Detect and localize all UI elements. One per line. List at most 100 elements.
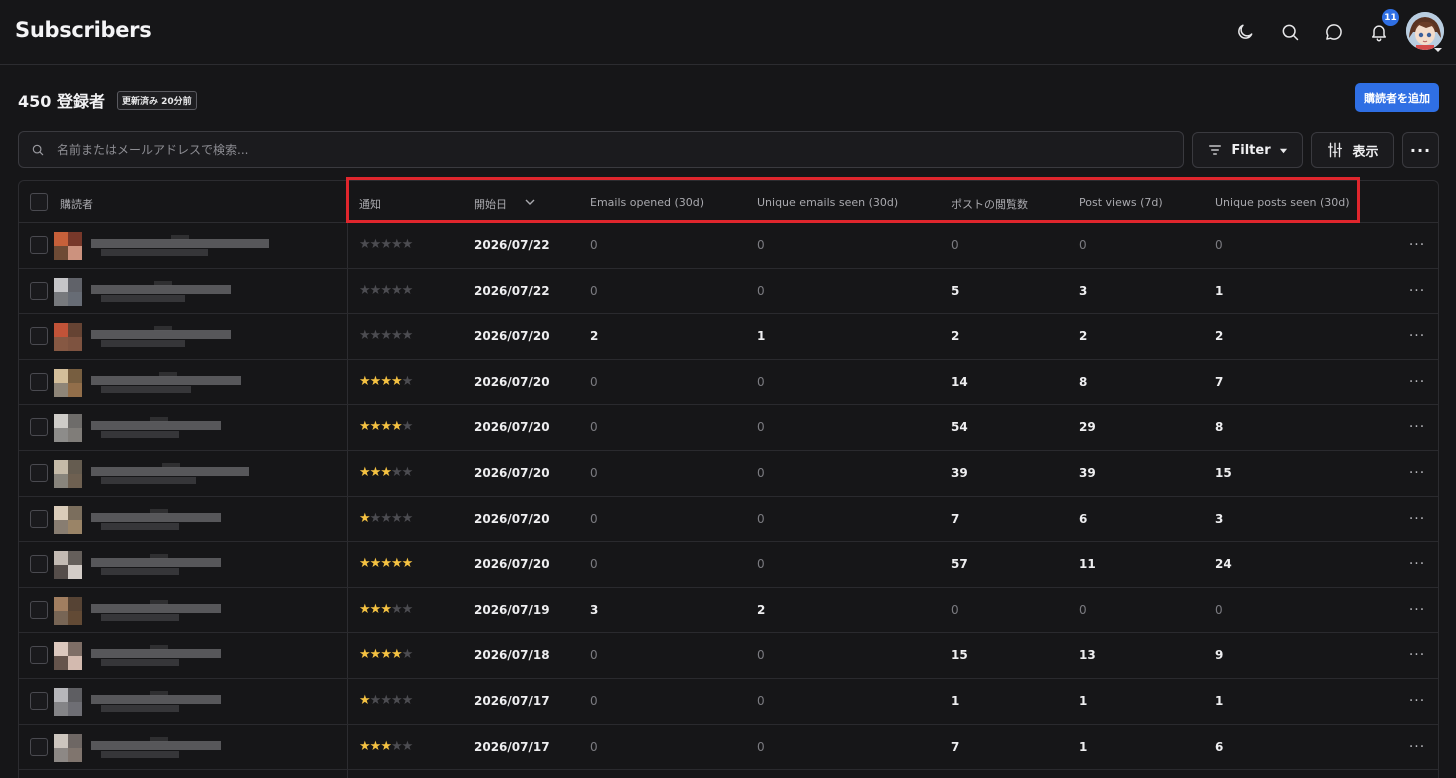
post-views-total-cell: 39 — [951, 466, 968, 480]
row-more-options-icon[interactable]: ··· — [1407, 738, 1427, 756]
notification-rating-stars[interactable]: ★★★★★ — [359, 556, 414, 572]
table-row[interactable]: ★★★★★ 2026/07/20 0 0 7 6 3 ··· — [19, 497, 1438, 543]
emails-opened-cell: 0 — [590, 466, 598, 480]
star-filled-icon: ★ — [401, 556, 414, 572]
table-row[interactable]: ★★★★★ 2026/07/22 0 0 5 3 1 ··· — [19, 269, 1438, 315]
subscriber-name-redacted[interactable] — [91, 554, 271, 576]
subscriber-name-redacted[interactable] — [91, 463, 271, 485]
post-views-total-cell: 5 — [951, 283, 960, 298]
subscriber-avatar — [54, 642, 82, 671]
table-row[interactable]: ★★★★★ 2026/07/17 0 0 7 1 6 ··· — [19, 725, 1438, 771]
notification-rating-stars[interactable]: ★★★★★ — [359, 738, 414, 754]
subscriber-name-redacted[interactable] — [91, 326, 271, 348]
column-header-post-views-total[interactable]: ポストの閲覧数 — [951, 196, 1028, 212]
notification-rating-stars[interactable]: ★★★★★ — [359, 373, 413, 389]
add-subscriber-button[interactable]: 購読者を追加 — [1355, 83, 1439, 112]
post-views-7d-cell: 0 — [1079, 602, 1087, 617]
row-checkbox[interactable] — [30, 281, 48, 300]
subscriber-name-redacted[interactable] — [91, 691, 271, 713]
row-checkbox[interactable] — [30, 327, 48, 346]
star-filled-icon: ★ — [359, 510, 371, 526]
table-row[interactable]: ★★★★★ 2026/07/20 0 0 39 39 15 ··· — [19, 451, 1438, 497]
notification-rating-stars[interactable]: ★★★★★ — [359, 465, 413, 480]
row-checkbox[interactable] — [30, 692, 48, 710]
table-row[interactable]: ★★★★★ 2026/07/20 0 0 54 29 8 ··· — [19, 405, 1438, 451]
search-input[interactable] — [57, 142, 1057, 157]
row-more-options-icon[interactable]: ··· — [1407, 282, 1427, 300]
column-header-unique-emails[interactable]: Unique emails seen (30d) — [757, 196, 898, 209]
subscriber-name-redacted[interactable] — [91, 235, 271, 257]
table-row[interactable]: ★★★★★ 2026/07/17 0 0 1 1 1 ··· — [19, 679, 1438, 725]
notification-rating-stars[interactable]: ★★★★★ — [359, 283, 413, 298]
notification-rating-stars[interactable]: ★★★★★ — [359, 601, 413, 617]
row-checkbox[interactable] — [30, 418, 48, 437]
star-empty-icon: ★ — [401, 738, 414, 754]
post-views-total-cell: 1 — [951, 694, 960, 708]
row-checkbox[interactable] — [30, 236, 48, 254]
sort-chevron-down-icon[interactable] — [525, 198, 535, 206]
filter-button[interactable]: Filter — [1192, 132, 1303, 168]
notification-rating-stars[interactable]: ★★★★★ — [359, 237, 413, 252]
chevron-down-icon[interactable] — [1433, 40, 1443, 52]
star-empty-icon: ★ — [401, 328, 414, 344]
column-header-subscriber[interactable]: 購読者 — [60, 196, 93, 212]
row-more-options-icon[interactable]: ··· — [1407, 646, 1427, 664]
post-views-7d-cell: 39 — [1079, 466, 1096, 480]
row-more-options-icon[interactable]: ··· — [1407, 555, 1427, 573]
row-checkbox[interactable] — [30, 737, 48, 756]
row-more-options-icon[interactable]: ··· — [1407, 236, 1427, 254]
subscriber-name-redacted[interactable] — [91, 280, 271, 303]
subscriber-name-redacted[interactable] — [91, 599, 271, 622]
emails-opened-cell: 0 — [590, 648, 598, 663]
row-more-options-icon[interactable]: ··· — [1407, 418, 1427, 436]
table-row[interactable]: ★★★★★ 2026/07/20 0 0 14 8 7 ··· — [19, 360, 1438, 406]
table-row[interactable]: ★★★★★ 2026/07/22 0 0 0 0 0 ··· — [19, 223, 1438, 269]
post-views-total-cell: 15 — [951, 648, 968, 663]
table-row[interactable]: ★★★★★ 2026/07/20 0 0 57 11 24 ··· — [19, 542, 1438, 588]
star-filled-icon: ★ — [390, 373, 403, 389]
column-header-post-views-7d[interactable]: Post views (7d) — [1079, 196, 1163, 209]
notification-rating-stars[interactable]: ★★★★★ — [359, 328, 414, 344]
notification-rating-stars[interactable]: ★★★★★ — [359, 693, 413, 708]
row-checkbox[interactable] — [30, 509, 48, 528]
subscriber-avatar — [54, 368, 82, 397]
star-filled-icon: ★ — [359, 556, 371, 572]
column-header-notify[interactable]: 通知 — [359, 196, 381, 212]
notification-rating-stars[interactable]: ★★★★★ — [359, 510, 413, 526]
search-bar[interactable] — [18, 131, 1184, 168]
notification-rating-stars[interactable]: ★★★★★ — [359, 647, 413, 662]
star-empty-icon: ★ — [380, 510, 392, 526]
table-row[interactable]: ★★★★★ 2026/07/18 0 0 15 13 9 ··· — [19, 633, 1438, 679]
column-header-unique-posts[interactable]: Unique posts seen (30d) — [1215, 196, 1350, 209]
subscriber-name-redacted[interactable] — [91, 417, 271, 439]
row-more-options-icon[interactable]: ··· — [1407, 692, 1427, 710]
row-more-options-icon[interactable]: ··· — [1407, 373, 1427, 391]
table-row[interactable]: ★★★★★ 2026/07/19 3 2 0 0 0 ··· — [19, 588, 1438, 634]
row-more-options-icon[interactable]: ··· — [1407, 510, 1427, 528]
row-more-options-icon[interactable]: ··· — [1407, 601, 1427, 619]
table-row[interactable]: ★★★★★ 2026/07/20 2 1 2 2 2 ··· — [19, 314, 1438, 360]
subscriber-name-redacted[interactable] — [91, 508, 271, 531]
row-more-options-icon[interactable]: ··· — [1407, 464, 1427, 482]
star-empty-icon: ★ — [380, 328, 392, 344]
row-checkbox[interactable] — [30, 646, 48, 665]
search-icon[interactable] — [1278, 20, 1302, 44]
subscriber-name-redacted[interactable] — [91, 736, 271, 759]
subscriber-name-redacted[interactable] — [91, 645, 271, 667]
moon-icon[interactable] — [1233, 20, 1257, 44]
select-all-checkbox[interactable] — [30, 193, 48, 211]
column-header-start-date[interactable]: 開始日 — [474, 196, 507, 212]
updated-badge: 更新済み 20分前 — [116, 90, 197, 110]
row-checkbox[interactable] — [30, 372, 48, 391]
row-checkbox[interactable] — [30, 464, 48, 482]
row-checkbox[interactable] — [30, 600, 48, 619]
row-more-options-icon[interactable]: ··· — [1407, 327, 1427, 345]
display-button[interactable]: 表示 — [1311, 132, 1394, 168]
subscriber-name-redacted[interactable] — [91, 371, 271, 394]
row-checkbox[interactable] — [30, 555, 48, 574]
chat-icon[interactable] — [1322, 20, 1346, 44]
star-empty-icon: ★ — [390, 601, 403, 617]
more-options-button[interactable]: ··· — [1402, 132, 1439, 168]
column-header-emails-opened[interactable]: Emails opened (30d) — [590, 196, 704, 209]
notification-rating-stars[interactable]: ★★★★★ — [359, 419, 413, 434]
